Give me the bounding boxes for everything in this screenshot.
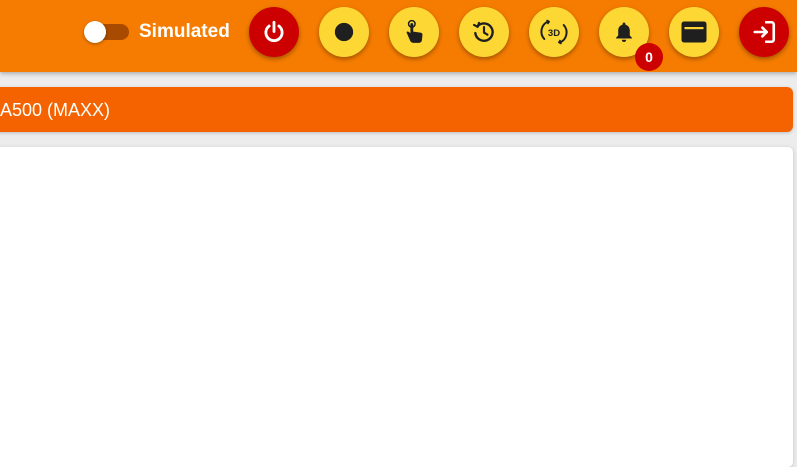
window-button[interactable] [669, 7, 719, 57]
simulated-label: Simulated [139, 21, 230, 42]
3d-view-button[interactable]: 3D [529, 7, 579, 57]
machine-title-bar: A500 (MAXX) [0, 87, 793, 132]
power-icon [264, 20, 284, 43]
content-panel [0, 147, 793, 467]
history-button[interactable] [459, 7, 509, 57]
window-icon [681, 21, 707, 43]
simulated-toggle[interactable] [84, 21, 130, 43]
toggle-thumb[interactable] [84, 21, 106, 43]
touch-hand-icon [406, 19, 423, 43]
record-dot-icon [334, 22, 354, 42]
rotate-3d-icon: 3D [540, 19, 568, 45]
power-button[interactable] [249, 7, 299, 57]
record-button[interactable] [319, 7, 369, 57]
bell-icon [616, 22, 632, 42]
exit-icon [753, 20, 776, 44]
notification-count-badge: 0 [635, 43, 663, 71]
logout-button[interactable] [739, 7, 789, 57]
machine-title: A500 (MAXX) [0, 100, 111, 120]
touch-button[interactable] [389, 7, 439, 57]
history-icon [472, 21, 494, 42]
top-toolbar: Simulated 3D 0 [0, 0, 797, 72]
3d-label: 3D [548, 28, 560, 39]
